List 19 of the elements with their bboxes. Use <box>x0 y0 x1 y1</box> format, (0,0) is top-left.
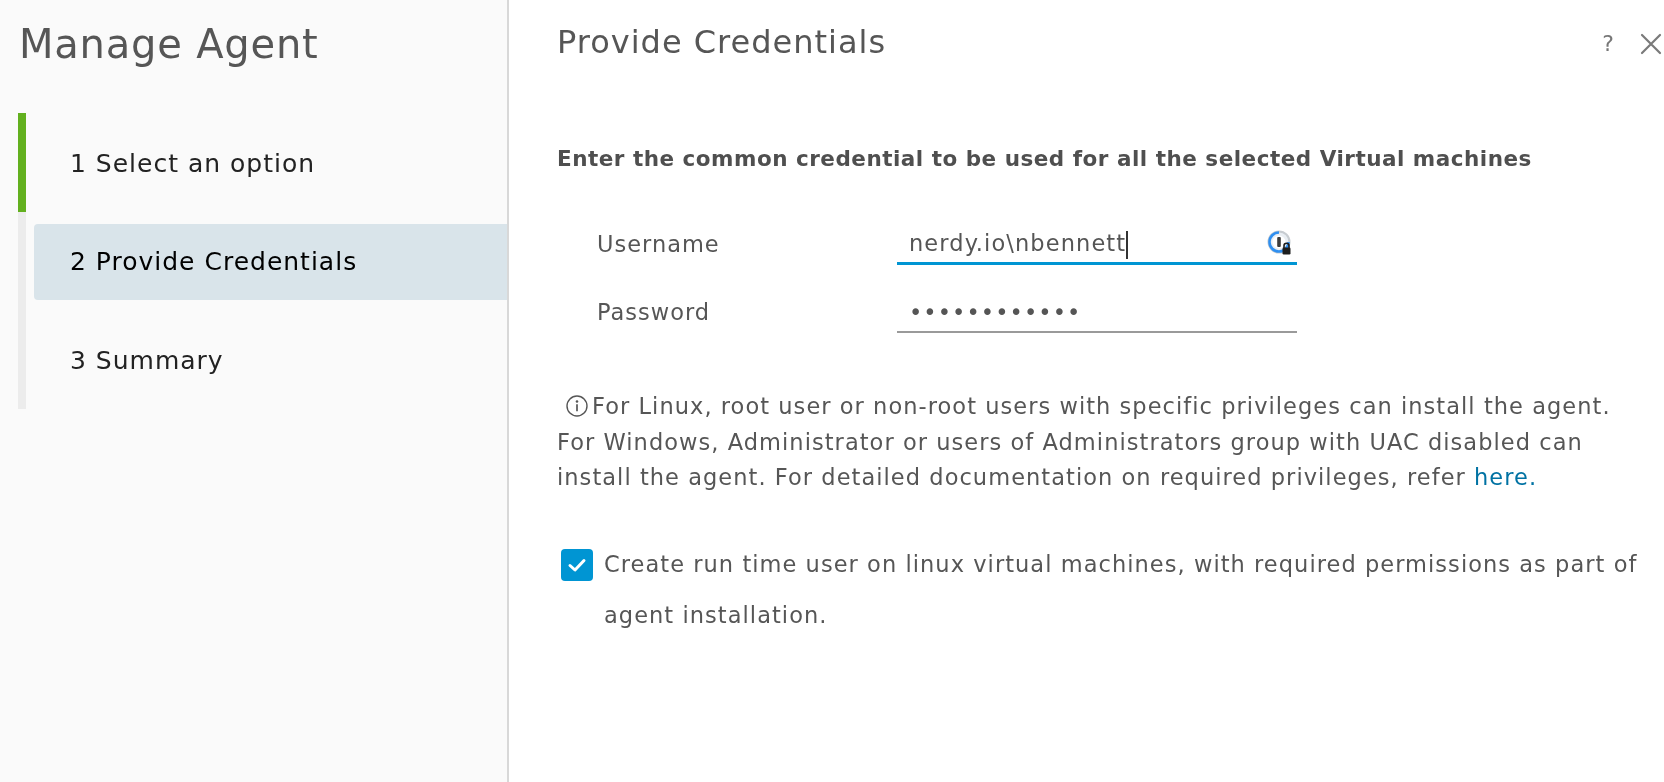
documentation-link[interactable]: here. <box>1474 464 1538 490</box>
info-note: For Windows, Administrator or users of Administrators group with UAC disabled can install the agent. For detailed documentation on required privileges, refer here. <box>557 427 1584 492</box>
wizard-step[interactable]: 3 Summary <box>34 322 507 400</box>
input-field[interactable]: nerdy.io\nbennett <box>897 224 1297 265</box>
info-note: For Linux, root user or non-root users with specific privileges can install the agent. <box>557 389 1627 425</box>
checkbox-label: Create run time user on linux virtual machines, with required permissions as part of agent installation. <box>604 549 1639 630</box>
input-field[interactable]: •••••••••••• <box>897 293 1297 333</box>
info-icon <box>566 395 588 417</box>
ring-lock-icon[interactable] <box>1267 230 1293 256</box>
instruction-text: Enter the common credential to be used for all the selected Virtual machines <box>557 145 1533 173</box>
close-icon[interactable] <box>1640 33 1662 55</box>
checkbox[interactable] <box>561 548 593 581</box>
wizard-title: Manage Agent <box>18 20 319 66</box>
dialog-title: Provide Credentials <box>557 22 887 62</box>
field-label: Password <box>597 298 712 328</box>
wizard-step[interactable]: 2 Provide Credentials <box>34 223 507 301</box>
field-label: Username <box>597 229 721 259</box>
help-button[interactable]: ? <box>1602 30 1614 58</box>
wizard-step[interactable]: 1 Select an option <box>34 125 507 202</box>
